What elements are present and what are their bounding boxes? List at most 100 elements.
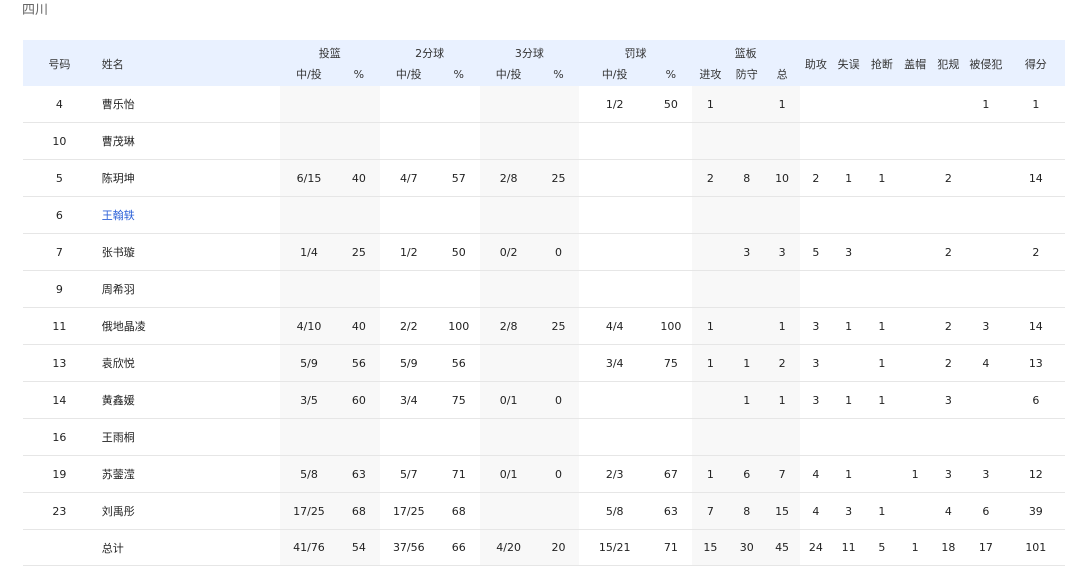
cell-ast: 2 [799,159,832,197]
cell-ft-pct: 100 [650,307,692,345]
cell-reb-def: 8 [729,159,765,197]
cell-blk [898,122,932,160]
cell-ast: 24 [799,529,832,566]
cell-fd [965,418,1007,456]
cell-ast [799,86,832,123]
cell-fd: 3 [965,455,1007,493]
col-2pt-pct[interactable]: % [437,64,480,86]
cell-2pt-made-att: 1/2 [379,233,438,271]
cell-blk [898,418,932,456]
cell-blk: 1 [898,455,932,493]
cell-stl: 1 [865,381,899,419]
cell-fg-pct [338,86,380,123]
col-ft-made-att[interactable]: 中/投 [579,64,651,86]
cell-number: 5 [23,159,96,197]
player-name: 陈玥坤 [101,172,135,185]
cell-reb-off: 7 [691,492,730,530]
cell-ast [799,270,832,308]
cell-tov [831,344,866,382]
cell-pf: 2 [931,159,966,197]
player-name: 袁欣悦 [101,357,135,370]
col-pf[interactable]: 犯规 [931,40,966,86]
cell-ft-pct: 71 [650,529,692,566]
cell-number: 4 [23,86,96,123]
col-fd[interactable]: 被侵犯 [965,40,1007,86]
player-name: 俄地晶凌 [101,320,146,333]
cell-fg-made-att: 5/9 [279,344,339,382]
cell-name: 苏蓥滢 [95,455,280,493]
col-3pt-pct[interactable]: % [537,64,580,86]
cell-pf [931,418,966,456]
col-group-reb: 篮板 [691,40,800,64]
cell-fg-made-att [279,86,339,123]
cell-name: 黄鑫媛 [95,381,280,419]
col-blk[interactable]: 盖帽 [898,40,932,86]
cell-number: 14 [23,381,96,419]
col-tov[interactable]: 失误 [831,40,866,86]
cell-ast: 4 [799,492,832,530]
cell-fg-pct [338,122,380,160]
cell-ft-pct [650,159,692,197]
cell-ast: 3 [799,344,832,382]
cell-fg-made-att: 1/4 [279,233,339,271]
cell-name: 周希羽 [95,270,280,308]
cell-ft-made-att: 3/4 [579,344,651,382]
cell-reb-def: 3 [729,233,765,271]
col-reb-off[interactable]: 进攻 [691,64,730,86]
cell-fd: 6 [965,492,1007,530]
cell-number: 19 [23,455,96,493]
cell-ft-made-att [579,122,651,160]
cell-ft-pct: 75 [650,344,692,382]
player-name: 王雨桐 [101,431,135,444]
table-row: 19 苏蓥滢 5/8 63 5/7 71 0/1 0 2/3 67 1 6 7 4 1 1 3 3 12 [23,455,1065,493]
col-fg-pct[interactable]: % [338,64,380,86]
cell-pts [1006,270,1065,308]
player-name: 周希羽 [101,283,135,296]
cell-fd: 17 [965,529,1007,566]
cell-2pt-made-att [379,86,438,123]
cell-fg-pct: 40 [338,307,380,345]
col-name[interactable]: 姓名 [95,40,280,86]
col-2pt-made-att[interactable]: 中/投 [379,64,438,86]
cell-fd: 1 [965,86,1007,123]
cell-reb-tot [764,270,800,308]
col-fg-made-att[interactable]: 中/投 [279,64,339,86]
cell-stl [865,418,899,456]
cell-2pt-made-att: 3/4 [379,381,438,419]
cell-2pt-pct [437,270,480,308]
col-ast[interactable]: 助攻 [799,40,832,86]
cell-reb-off: 15 [691,529,730,566]
cell-ast [799,418,832,456]
cell-number: 23 [23,492,96,530]
cell-tov: 1 [831,307,866,345]
col-3pt-made-att[interactable]: 中/投 [479,64,538,86]
cell-ft-made-att [579,196,651,234]
cell-stl [865,270,899,308]
table-body: 4 曹乐怡 1/2 50 1 1 1 1 10 曹茂琳 5 陈玥坤 6/15 40 4/7 57 2/8 25 2 8… [23,86,1065,566]
cell-blk [898,307,932,345]
col-ft-pct[interactable]: % [650,64,692,86]
cell-3pt-made-att: 4/20 [479,529,538,566]
col-group-2pt: 2分球 [379,40,480,64]
cell-reb-off: 1 [691,86,730,123]
table-row: 23 刘禹彤 17/25 68 17/25 68 5/8 63 7 8 15 4 3 1 4 6 39 [23,492,1065,530]
cell-2pt-pct [437,418,480,456]
col-reb-tot[interactable]: 总 [764,64,800,86]
col-number[interactable]: 号码 [23,40,96,86]
cell-fg-made-att: 3/5 [279,381,339,419]
col-pts[interactable]: 得分 [1006,40,1065,86]
cell-blk [898,492,932,530]
cell-stl: 1 [865,159,899,197]
cell-3pt-made-att [479,86,538,123]
col-reb-def[interactable]: 防守 [729,64,765,86]
col-stl[interactable]: 抢断 [865,40,899,86]
cell-name: 王翰轶 [95,196,280,234]
table-row: 16 王雨桐 [23,418,1065,456]
player-name: 黄鑫媛 [101,394,135,407]
cell-2pt-made-att [379,122,438,160]
player-name-link[interactable]: 王翰轶 [102,209,135,222]
cell-3pt-pct [537,418,580,456]
cell-fd [965,270,1007,308]
cell-pts [1006,418,1065,456]
cell-fd [965,196,1007,234]
